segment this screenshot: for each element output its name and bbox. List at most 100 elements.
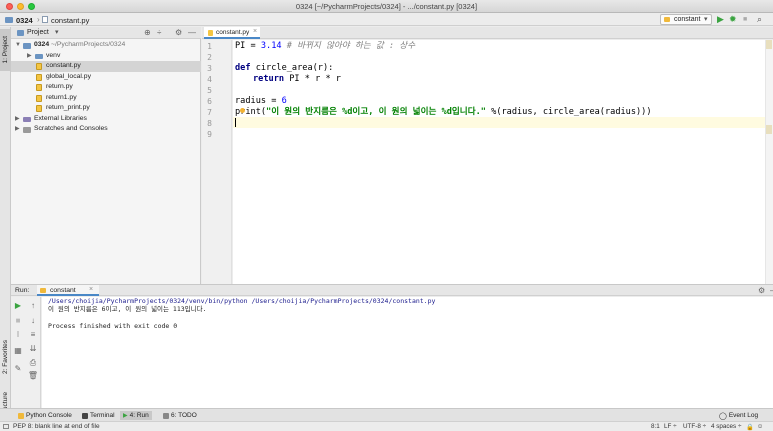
hide-panel-icon[interactable]: —	[188, 28, 196, 37]
code-token: circle_area(r):	[250, 63, 334, 73]
code-line-7[interactable]: print("이 원의 반지름은 %d이고, 이 원의 넓이는 %d입니다." …	[235, 107, 652, 118]
tree-item-name: return.py	[46, 83, 73, 90]
encoding-select[interactable]: UTF-8 ÷	[683, 423, 706, 430]
todo-button[interactable]: 6: TODO	[160, 411, 200, 420]
tree-item[interactable]: constant.py	[11, 61, 201, 72]
indent-select[interactable]: 4 spaces ÷	[711, 423, 741, 430]
run-panel-header: Run: constant × ⚙ —	[11, 284, 773, 296]
stop-icon[interactable]: ■	[12, 315, 24, 326]
line-separator-select[interactable]: LF ÷	[664, 423, 677, 430]
pin-icon[interactable]: ✎	[12, 363, 24, 374]
line-number[interactable]: 4	[202, 74, 212, 85]
run-configuration-select[interactable]: constant ▾	[660, 14, 712, 25]
locate-icon[interactable]: ⊕	[144, 28, 151, 37]
breadcrumb-project[interactable]: 0324	[16, 16, 33, 25]
line-number[interactable]: 9	[202, 129, 212, 140]
tool-windows-icon[interactable]	[3, 424, 9, 429]
arrow-down-icon[interactable]: ↓	[27, 315, 39, 326]
print-icon[interactable]: ⎙	[27, 357, 39, 368]
project-view-select[interactable]: Project	[27, 29, 49, 36]
tool-tab-project-label: 1: Project	[2, 36, 9, 64]
console-line: Process finished with exit code 0	[48, 322, 178, 330]
chevron-right-icon[interactable]: ▶	[15, 124, 20, 135]
editor-tab-constant[interactable]: constant.py ×	[204, 27, 260, 39]
editor-tab-bar: constant.py ×	[202, 27, 773, 39]
chevron-right-icon[interactable]: ▶	[27, 51, 32, 62]
pause-icon[interactable]: ‖	[12, 329, 24, 340]
rerun-icon[interactable]: ▶	[12, 300, 24, 311]
chevron-down-icon[interactable]: ▼	[15, 40, 21, 51]
python-file-icon	[42, 16, 48, 23]
code-line-4[interactable]: return PI * r * r	[253, 74, 341, 85]
code-line-1[interactable]: PI = 3.14 # 바뀌지 않아야 하는 값 : 상수	[235, 41, 415, 52]
gear-icon[interactable]: ⚙	[175, 28, 182, 37]
line-number[interactable]: 8	[202, 118, 212, 129]
terminal-button[interactable]: Terminal	[79, 411, 118, 420]
python-console-label: Python Console	[26, 412, 72, 419]
scrollbar-marker[interactable]	[766, 40, 772, 49]
stop-icon[interactable]: ■	[743, 16, 747, 23]
trash-icon[interactable]: 🗑	[27, 370, 39, 381]
window-title: 0324 [~/PycharmProjects/0324] - .../cons…	[295, 2, 478, 11]
line-number[interactable]: 6	[202, 96, 212, 107]
tree-item[interactable]: ▶ Scratches and Consoles	[11, 124, 201, 135]
tree-item[interactable]: return1.py	[11, 93, 201, 104]
code-token-keyword: return	[253, 74, 285, 84]
scroll-to-end-icon[interactable]: ⇊	[27, 343, 39, 354]
breadcrumb-file[interactable]: constant.py	[51, 16, 89, 25]
code-line-6[interactable]: radius = 6	[235, 96, 287, 107]
tree-item-label: global_local.py	[46, 72, 91, 83]
run-icon: ▶	[123, 413, 128, 419]
close-icon[interactable]: ×	[253, 28, 257, 35]
line-number[interactable]: 5	[202, 85, 212, 96]
tree-item[interactable]: ▶ venv	[11, 51, 201, 62]
tree-item[interactable]: global_local.py	[11, 72, 201, 83]
status-bar: PEP 8: blank line at end of file 8:1 LF …	[0, 421, 773, 431]
gear-icon[interactable]: ⚙	[758, 286, 765, 295]
title-bar: 0324 [~/PycharmProjects/0324] - .../cons…	[0, 0, 773, 13]
tree-item[interactable]: return_print.py	[11, 103, 201, 114]
breadcrumb-separator-icon: ›	[37, 15, 40, 24]
run-tab-constant[interactable]: constant ×	[37, 285, 99, 296]
tree-item[interactable]: return.py	[11, 82, 201, 93]
cursor-position[interactable]: 8:1	[651, 423, 660, 430]
layout-icon[interactable]: ▦	[12, 345, 24, 356]
collapse-all-icon[interactable]: ÷	[157, 28, 161, 37]
run-tool-button[interactable]: ▶ 4: Run	[120, 411, 152, 420]
line-number[interactable]: 2	[202, 52, 212, 63]
run-icon[interactable]: ▶	[717, 14, 724, 25]
terminal-icon	[82, 412, 88, 419]
debug-icon[interactable]: ✹	[729, 14, 737, 25]
run-console-output[interactable]	[42, 297, 773, 408]
tree-item-name: return_print.py	[46, 104, 90, 111]
tree-item-label: 0324 ~/PycharmProjects/0324	[34, 40, 125, 51]
project-panel: Project ▾ ⊕ ÷ ⚙ — ▼ 0324 ~/PycharmProject…	[11, 27, 201, 284]
scrollbar-marker[interactable]	[766, 125, 772, 134]
line-number[interactable]: 1	[202, 41, 212, 52]
tool-tab-project[interactable]: 1: Project	[0, 29, 11, 71]
python-console-button[interactable]: Python Console	[15, 411, 75, 420]
editor-tab-label: constant.py	[216, 29, 250, 36]
event-log-button[interactable]: ◯ Event Log	[716, 411, 761, 420]
lock-icon[interactable]: 🔒	[746, 423, 754, 431]
chevron-right-icon[interactable]: ▶	[15, 114, 20, 125]
line-number[interactable]: 7	[202, 107, 212, 118]
chevron-down-icon[interactable]: ▾	[55, 28, 59, 36]
tool-tab-favorites[interactable]: 2: Favorites	[0, 332, 11, 382]
soft-wrap-icon[interactable]: ≡	[27, 329, 39, 340]
lightbulb-icon[interactable]	[240, 108, 245, 113]
python-file-icon	[208, 30, 213, 36]
tree-item-name: global_local.py	[46, 72, 91, 80]
tree-item-label: return_print.py	[46, 103, 90, 114]
code-token-number: 3.14	[260, 41, 282, 51]
line-number[interactable]: 3	[202, 63, 212, 74]
search-icon[interactable]: ⌕	[757, 14, 762, 25]
code-line-3[interactable]: def circle_area(r):	[235, 63, 333, 74]
close-icon[interactable]: ×	[89, 286, 93, 293]
arrow-up-icon[interactable]: ↑	[27, 300, 39, 311]
tree-item[interactable]: ▼ 0324 ~/PycharmProjects/0324	[11, 40, 201, 51]
editor-scrollbar[interactable]	[765, 40, 773, 284]
left-tool-strip: 1: Project 2: Favorites Z: Structure	[0, 27, 11, 426]
inspector-icon[interactable]: ☺	[757, 423, 763, 430]
tree-item[interactable]: ▶ External Libraries	[11, 114, 201, 125]
